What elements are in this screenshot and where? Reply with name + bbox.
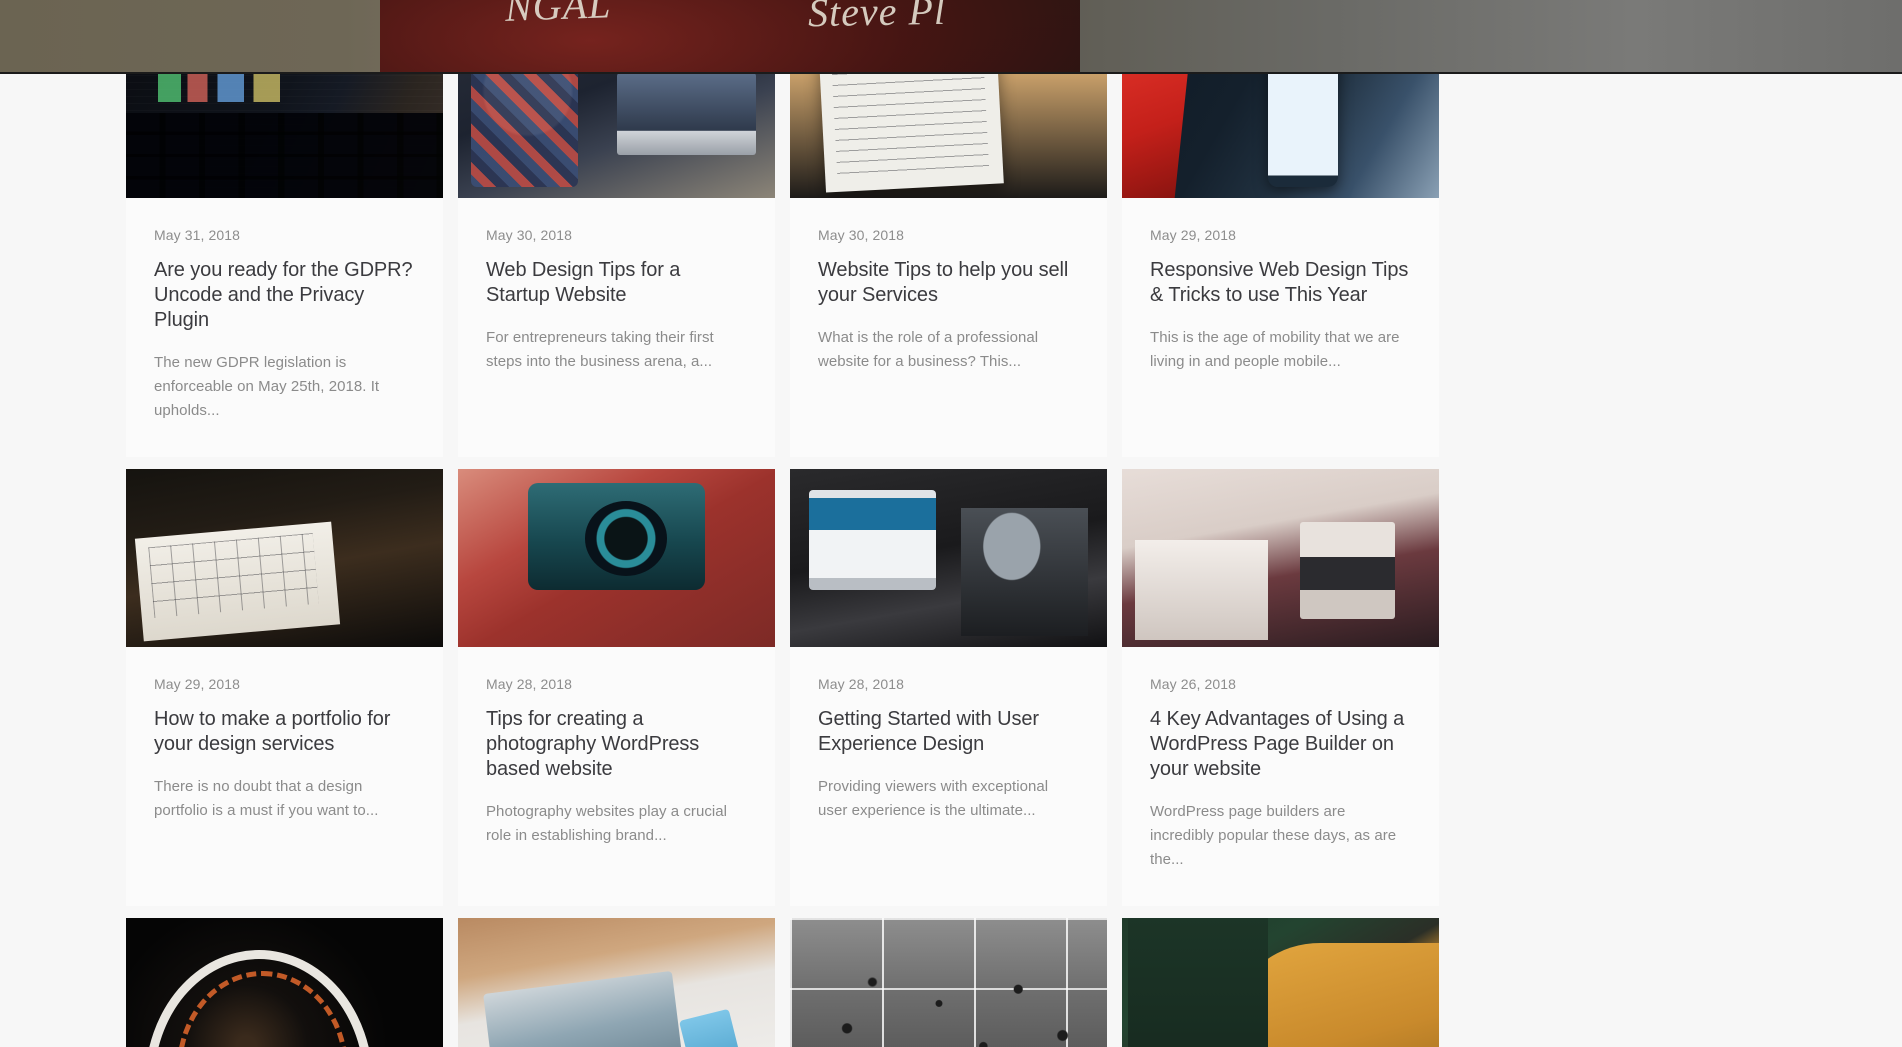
post-thumbnail[interactable] (1122, 918, 1439, 1047)
blog-post-card[interactable]: May 30, 2018 Website Tips to help you se… (790, 74, 1107, 457)
hands-holding-smartphone-photo-icon (1122, 74, 1439, 198)
hero-banner-strip: NGAL Steve Pl (0, 0, 1902, 74)
page-content: May 31, 2018 Are you ready for the GDPR?… (0, 74, 1902, 1047)
post-thumbnail[interactable] (126, 918, 443, 1047)
hero-word-left: NGAL (504, 0, 613, 30)
post-date: May 26, 2018 (1150, 676, 1237, 692)
post-excerpt: This is the age of mobility that we are … (1150, 329, 1400, 370)
post-excerpt: The new GDPR legislation is enforceable … (154, 354, 380, 419)
post-body: May 30, 2018 Website Tips to help you se… (790, 198, 1107, 408)
blog-post-card[interactable] (1122, 918, 1439, 1047)
post-thumbnail[interactable] (126, 469, 443, 647)
post-thumbnail[interactable] (1122, 469, 1439, 647)
aerial-crowd-black-and-white-photo-icon (790, 918, 1107, 1047)
designer-at-imac-in-office-photo-icon (790, 469, 1107, 647)
post-body: May 30, 2018 Web Design Tips for a Start… (458, 198, 775, 408)
hero-background-photo (380, 0, 1080, 74)
laptop-and-phone-on-desk-photo-icon (458, 918, 775, 1047)
post-date: May 28, 2018 (486, 676, 573, 692)
post-date: May 28, 2018 (818, 676, 905, 692)
post-excerpt: What is the role of a professional websi… (818, 329, 1039, 370)
code-on-laptop-screen-photo-icon (126, 74, 443, 198)
post-body: May 29, 2018 How to make a portfolio for… (126, 647, 443, 857)
blog-post-grid: May 31, 2018 Are you ready for the GDPR?… (126, 74, 1442, 1047)
post-date: May 31, 2018 (154, 227, 241, 243)
post-title[interactable]: How to make a portfolio for your design … (154, 707, 415, 757)
blog-post-card[interactable]: May 29, 2018 Responsive Web Design Tips … (1122, 74, 1439, 457)
post-title[interactable]: Responsive Web Design Tips & Tricks to u… (1150, 258, 1411, 308)
post-excerpt: For entrepreneurs taking their first ste… (486, 329, 714, 370)
post-thumbnail[interactable] (458, 469, 775, 647)
blog-post-card[interactable] (458, 918, 775, 1047)
post-body: May 31, 2018 Are you ready for the GDPR?… (126, 198, 443, 457)
blog-post-card[interactable] (790, 918, 1107, 1047)
post-excerpt: There is no doubt that a design portfoli… (154, 778, 379, 819)
post-excerpt: Photography websites play a crucial role… (486, 803, 728, 844)
blog-post-card[interactable]: May 29, 2018 How to make a portfolio for… (126, 469, 443, 906)
architect-drafting-blueprint-photo-icon (126, 469, 443, 647)
post-title[interactable]: Are you ready for the GDPR? Uncode and t… (154, 258, 415, 333)
post-thumbnail[interactable] (458, 74, 775, 198)
post-date: May 29, 2018 (1150, 227, 1237, 243)
post-date: May 30, 2018 (486, 227, 573, 243)
blog-post-card[interactable]: May 26, 2018 4 Key Advantages of Using a… (1122, 469, 1439, 906)
post-thumbnail[interactable] (458, 918, 775, 1047)
post-date: May 30, 2018 (818, 227, 905, 243)
blog-post-card[interactable] (126, 918, 443, 1047)
post-thumbnail[interactable] (790, 74, 1107, 198)
post-excerpt: WordPress page builders are incredibly p… (1150, 803, 1397, 868)
blog-post-card[interactable]: May 28, 2018 Tips for creating a photogr… (458, 469, 775, 906)
handwritten-notebook-planning-photo-icon (790, 74, 1107, 198)
post-thumbnail[interactable] (790, 918, 1107, 1047)
post-title[interactable]: Getting Started with User Experience Des… (818, 707, 1079, 757)
post-thumbnail[interactable] (790, 469, 1107, 647)
person-in-yellow-sweater-photo-icon (1122, 918, 1439, 1047)
post-title[interactable]: Tips for creating a photography WordPres… (486, 707, 747, 782)
team-meeting-with-laptop-photo-icon (458, 74, 775, 198)
post-thumbnail[interactable] (1122, 74, 1439, 198)
post-body: May 28, 2018 Getting Started with User E… (790, 647, 1107, 857)
post-title[interactable]: Website Tips to help you sell your Servi… (818, 258, 1079, 308)
post-body: May 29, 2018 Responsive Web Design Tips … (1122, 198, 1439, 408)
hero-word-right: Steve Pl (807, 0, 947, 36)
man-working-on-laptop-in-office-photo-icon (1122, 469, 1439, 647)
post-body: May 28, 2018 Tips for creating a photogr… (458, 647, 775, 882)
post-title[interactable]: Web Design Tips for a Startup Website (486, 258, 747, 308)
post-body: May 26, 2018 4 Key Advantages of Using a… (1122, 647, 1439, 906)
post-thumbnail[interactable] (126, 74, 443, 198)
post-date: May 29, 2018 (154, 676, 241, 692)
post-excerpt: Providing viewers with exceptional user … (818, 778, 1049, 819)
blog-post-card[interactable]: May 30, 2018 Web Design Tips for a Start… (458, 74, 775, 457)
dslr-camera-on-red-blanket-photo-icon (458, 469, 775, 647)
post-title[interactable]: 4 Key Advantages of Using a WordPress Pa… (1150, 707, 1411, 782)
blog-post-card[interactable]: May 28, 2018 Getting Started with User E… (790, 469, 1107, 906)
car-speedometer-dashboard-photo-icon (126, 918, 443, 1047)
blog-post-card[interactable]: May 31, 2018 Are you ready for the GDPR?… (126, 74, 443, 457)
